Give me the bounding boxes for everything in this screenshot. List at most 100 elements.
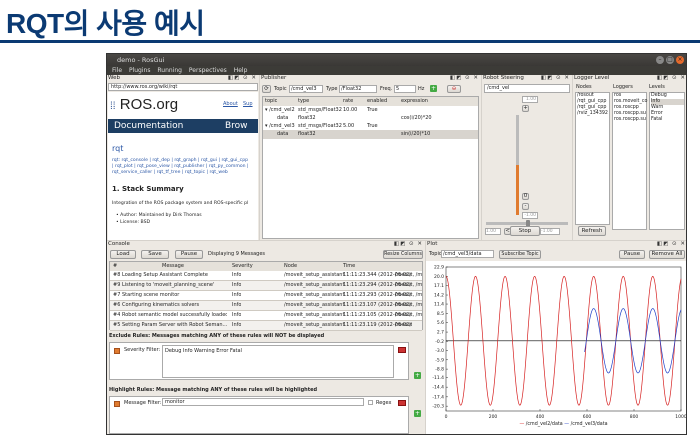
severity-option[interactable]: Debug bbox=[165, 348, 181, 354]
console-table-header: # Message Severity Node Time bbox=[110, 262, 422, 271]
pane-controls-icon[interactable]: ◧◩ ⊙ ✕ bbox=[228, 75, 257, 82]
support-link[interactable]: Sup bbox=[243, 101, 253, 107]
linear-plus-button[interactable]: + bbox=[522, 105, 529, 112]
rqt-links[interactable]: rqt: rqt_console | rqt_dep | rqt_graph |… bbox=[112, 158, 258, 176]
web-url-input[interactable]: http://www.ros.org/wiki/rqt bbox=[108, 83, 258, 91]
plot-topic-input[interactable]: /cmd_vel3/data bbox=[441, 250, 494, 258]
about-link[interactable]: About bbox=[223, 101, 238, 107]
loggers-label: Loggers bbox=[613, 84, 633, 90]
topic-combobox[interactable]: /cmd_vel3 bbox=[289, 85, 323, 93]
pane-controls-icon[interactable]: ◧◩ ⊙ ✕ bbox=[541, 75, 570, 82]
table-row[interactable]: #9 Listening to 'moveit_planning_scene' In… bbox=[110, 281, 422, 290]
angular-slider-track[interactable] bbox=[486, 220, 568, 227]
col-expression[interactable]: expression bbox=[401, 97, 428, 106]
refresh-icon[interactable]: ⟳ bbox=[262, 85, 271, 93]
hz-label: Hz bbox=[418, 86, 425, 92]
add-publisher-icon[interactable]: + bbox=[430, 85, 437, 92]
col-enabled[interactable]: enabled bbox=[367, 97, 387, 106]
col-severity[interactable]: Severity bbox=[232, 262, 253, 271]
nav-browse[interactable]: Brow bbox=[225, 119, 248, 133]
regex-checkbox[interactable] bbox=[368, 400, 373, 405]
save-button[interactable]: Save bbox=[141, 250, 169, 259]
highlight-rules-title: Highlight Rules: Message matching ANY of… bbox=[109, 387, 318, 393]
nav-documentation[interactable]: Documentation bbox=[114, 121, 183, 131]
menu-help[interactable]: Help bbox=[234, 66, 248, 75]
minimize-icon[interactable]: – bbox=[656, 56, 664, 64]
remove-filter-icon[interactable] bbox=[398, 347, 406, 353]
load-button[interactable]: Load bbox=[110, 250, 136, 259]
table-row[interactable]: #8 Loading Setup Assistant Complete Info/m… bbox=[110, 271, 422, 280]
plot-header: Plot ◧◩ ⊙ ✕ bbox=[426, 241, 686, 248]
linear-zero-button[interactable]: 0 bbox=[522, 193, 529, 200]
menu-running[interactable]: Running bbox=[157, 66, 182, 75]
rqt-links-line-3[interactable]: rqt_service_caller | rqt_tf_tree | rqt_t… bbox=[112, 170, 258, 176]
angular-right-field[interactable]: -1.00 bbox=[540, 228, 560, 235]
menu-plugins[interactable]: Plugins bbox=[129, 66, 151, 75]
type-combobox[interactable]: /Float32 bbox=[339, 85, 377, 93]
table-row[interactable]: #6 Configuring kinematics solvers Info/mov… bbox=[110, 301, 422, 310]
title-rule bbox=[0, 40, 700, 43]
col-time[interactable]: Time bbox=[343, 262, 355, 271]
col-id[interactable]: # bbox=[113, 262, 117, 271]
linear-min-field[interactable]: -1.00 bbox=[522, 212, 538, 219]
steering-topic-input[interactable]: /cmd_vel bbox=[484, 84, 570, 93]
add-highlight-icon[interactable]: + bbox=[414, 410, 421, 417]
col-rate[interactable]: rate bbox=[343, 97, 353, 106]
col-type[interactable]: type bbox=[298, 97, 309, 106]
plot-pause-button[interactable]: Pause bbox=[619, 250, 645, 259]
severity-filter-checkbox[interactable] bbox=[114, 348, 120, 354]
col-topic[interactable]: topic bbox=[265, 97, 277, 106]
web-pane-header: Web ◧◩ ⊙ ✕ bbox=[107, 75, 259, 82]
maximize-icon[interactable]: □ bbox=[666, 56, 674, 64]
x-tick-label: 0 bbox=[445, 414, 448, 420]
y-tick-label: 5.6 bbox=[437, 320, 444, 326]
levels-list: Debug Info Warn Error Fatal bbox=[649, 92, 685, 230]
linear-minus-button[interactable]: - bbox=[522, 203, 529, 210]
list-item[interactable]: ros.roscpp.su bbox=[614, 117, 646, 123]
publisher-pane: Publisher ◧◩ ⊙ ✕ ⟳ Topic /cmd_vel3 Type /… bbox=[260, 75, 481, 240]
resize-columns-button[interactable]: Resize Columns bbox=[383, 250, 423, 259]
refresh-button[interactable]: Refresh bbox=[578, 226, 606, 236]
remove-publisher-icon[interactable]: ⊖ bbox=[447, 85, 461, 93]
col-message[interactable]: Message bbox=[162, 262, 184, 271]
y-tick-label: 11.4 bbox=[434, 302, 444, 308]
stop-button[interactable]: Stop bbox=[510, 226, 540, 236]
table-row[interactable]: #7 Starting scene monitor Info/moveit_setu… bbox=[110, 291, 422, 300]
table-row-selected[interactable]: data float32 sin(i/20)*10 bbox=[263, 130, 478, 139]
pause-button[interactable]: Pause bbox=[175, 250, 203, 259]
severity-option[interactable]: Fatal bbox=[230, 348, 242, 354]
angular-left-field[interactable]: 1.00 bbox=[485, 228, 501, 235]
table-row[interactable]: #4 Robot semantic model successfully load… bbox=[110, 311, 422, 320]
message-filter-checkbox[interactable] bbox=[114, 401, 120, 407]
plot-title: Plot bbox=[427, 241, 438, 247]
linear-max-field[interactable]: 1.00 bbox=[522, 96, 538, 103]
ros-logo: ⁞⁞ ROS.org bbox=[110, 96, 179, 113]
remove-all-button[interactable]: Remove All bbox=[649, 250, 685, 259]
pane-controls-icon[interactable]: ◧◩ ⊙ ✕ bbox=[657, 241, 686, 248]
table-row[interactable]: #5 Setting Param Server with Robot Seman.… bbox=[110, 321, 422, 330]
severity-option[interactable]: Warning bbox=[194, 348, 215, 354]
summary-text: Integration of the ROS package system an… bbox=[112, 201, 249, 206]
linear-slider-track[interactable] bbox=[516, 115, 519, 215]
close-icon[interactable]: × bbox=[676, 56, 684, 64]
remove-highlight-icon[interactable] bbox=[398, 400, 406, 406]
col-node[interactable]: Node bbox=[284, 262, 297, 271]
subscribe-topic-button[interactable]: Subscribe Topic bbox=[499, 250, 541, 259]
freq-spinbox[interactable]: 5 bbox=[394, 85, 416, 93]
message-filter-input[interactable]: monitor bbox=[162, 398, 364, 406]
bullet-list: • Author: Maintained by Dirk Thomas • Li… bbox=[116, 212, 202, 226]
menu-perspectives[interactable]: Perspectives bbox=[189, 66, 227, 75]
pane-controls-icon[interactable]: ◧◩ ⊙ ✕ bbox=[450, 75, 479, 82]
list-item[interactable]: Fatal bbox=[651, 117, 684, 123]
menu-file[interactable]: File bbox=[112, 66, 122, 75]
nodes-label: Nodes bbox=[576, 84, 592, 90]
y-tick-label: -17.4 bbox=[432, 394, 444, 400]
severity-option[interactable]: Error bbox=[216, 348, 228, 354]
pane-controls-icon[interactable]: ◧◩ ⊙ ✕ bbox=[657, 75, 686, 82]
pane-controls-icon[interactable]: ◧◩ ⊙ ✕ bbox=[394, 241, 423, 248]
window-title: demo - RosGui bbox=[117, 56, 165, 64]
list-item[interactable]: /rviz_134392 bbox=[577, 111, 609, 117]
add-exclude-icon[interactable]: + bbox=[414, 372, 421, 379]
y-tick-label: -3.0 bbox=[435, 348, 444, 354]
severity-option[interactable]: Info bbox=[183, 348, 192, 354]
